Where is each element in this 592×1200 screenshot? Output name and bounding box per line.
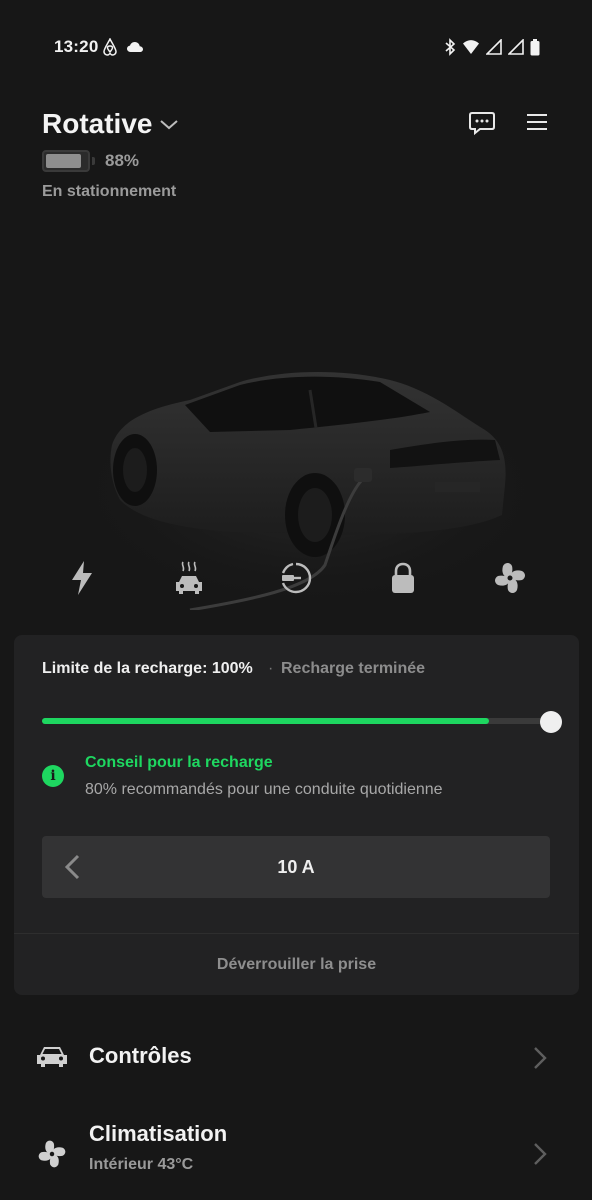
charging-tip-text: 80% recommandés pour une conduite quotid… xyxy=(85,781,443,798)
vehicle-name[interactable]: Rotative xyxy=(42,108,152,140)
charge-status: Recharge terminée xyxy=(281,660,426,677)
airbnb-icon xyxy=(103,38,117,56)
status-time: 13:20 xyxy=(54,37,99,56)
chevron-right-icon xyxy=(534,1047,547,1069)
unlock-port-button[interactable]: Déverrouiller la prise xyxy=(14,956,579,974)
divider xyxy=(14,933,579,934)
charge-port-button[interactable] xyxy=(274,556,318,600)
charge-limit-slider[interactable] xyxy=(42,718,550,724)
battery-icon xyxy=(530,38,540,55)
controls-row[interactable]: Contrôles xyxy=(0,1030,592,1086)
charge-limit-label: Limite de la recharge: 100% xyxy=(42,660,253,677)
heated-car-icon xyxy=(176,561,202,594)
fan-icon xyxy=(38,1140,66,1168)
vehicle-status: En stationnement xyxy=(42,183,177,200)
battery-percent: 88% xyxy=(105,151,140,170)
bolt-icon xyxy=(72,561,92,595)
charge-limit-knob[interactable] xyxy=(540,711,562,733)
charging-tip-title: Conseil pour la recharge xyxy=(85,754,273,771)
climate-row[interactable]: Climatisation Intérieur 43°C xyxy=(0,1118,592,1190)
amperage-value: 10 A xyxy=(277,857,315,877)
row-subtitle: Intérieur 43°C xyxy=(89,1156,194,1173)
car-icon xyxy=(37,1047,67,1067)
signal-icon xyxy=(486,39,502,55)
chevron-right-icon xyxy=(534,1143,547,1165)
row-title: Contrôles xyxy=(89,1043,192,1068)
charging-card: Limite de la recharge: 100% · Recharge t… xyxy=(14,635,579,995)
bluetooth-icon xyxy=(445,38,456,56)
wifi-icon xyxy=(463,40,479,54)
tesla-app-screen: 13:20 Rotative 88% En stationnement Limi… xyxy=(0,0,592,1200)
cloud-icon xyxy=(127,42,143,52)
battery-fill xyxy=(46,154,82,168)
signal-icon xyxy=(508,39,524,55)
row-title: Climatisation xyxy=(89,1121,228,1146)
charge-level-fill xyxy=(42,718,490,724)
lock-icon xyxy=(392,562,414,593)
status-bar: 13:20 xyxy=(0,0,592,94)
charge-button[interactable] xyxy=(60,556,104,600)
vehicle-battery: 88% xyxy=(42,150,139,172)
chevron-down-icon[interactable] xyxy=(158,118,180,132)
lock-button[interactable] xyxy=(381,556,425,600)
message-icon[interactable] xyxy=(468,110,496,136)
menu-icon[interactable] xyxy=(526,112,548,132)
fan-button[interactable] xyxy=(488,556,532,600)
charge-port-icon xyxy=(281,562,312,594)
battery-gauge xyxy=(42,150,90,172)
climate-button[interactable] xyxy=(167,556,211,600)
info-icon: i xyxy=(42,765,64,787)
amperage-stepper: 10 A xyxy=(42,836,550,898)
fan-icon xyxy=(495,563,525,593)
separator: · xyxy=(268,660,274,677)
